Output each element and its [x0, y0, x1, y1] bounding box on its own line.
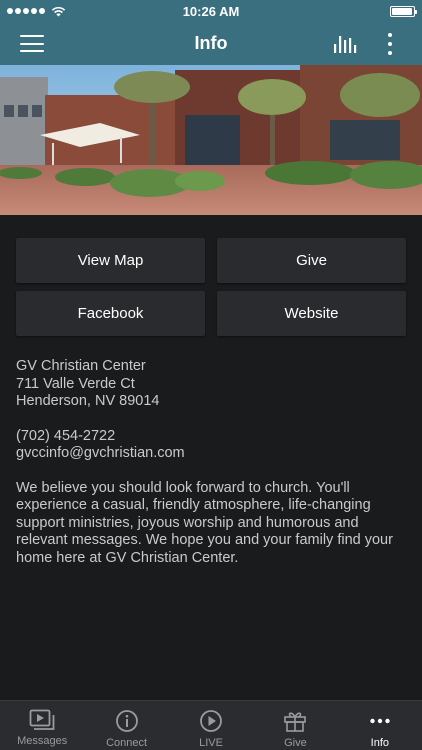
church-description: We believe you should look forward to ch…	[16, 479, 393, 566]
signal-strength-icon	[7, 8, 45, 14]
battery-level	[392, 7, 412, 15]
view-map-button[interactable]: View Map	[16, 238, 205, 283]
church-campus-photo	[0, 65, 422, 215]
battery-icon	[390, 5, 417, 17]
tab-messages-label: Messages	[17, 735, 68, 747]
website-button[interactable]: Website	[217, 291, 406, 336]
tab-live[interactable]: LIVE	[169, 701, 253, 750]
tab-give[interactable]: Give	[253, 701, 337, 750]
status-left	[7, 6, 66, 17]
video-icon	[29, 709, 55, 730]
tab-messages[interactable]: Messages	[0, 701, 84, 750]
tab-bar: Messages Connect LIVE Give Info	[0, 700, 422, 750]
tab-give-label: Give	[284, 737, 307, 749]
church-name: GV Christian Center	[16, 358, 146, 374]
give-button[interactable]: Give	[217, 238, 406, 283]
tab-connect[interactable]: Connect	[84, 701, 168, 750]
wifi-icon	[51, 6, 66, 16]
play-circle-icon	[200, 710, 222, 732]
email-address[interactable]: gvccinfo@gvchristian.com	[16, 445, 408, 463]
gift-icon	[284, 712, 307, 732]
city-address: Henderson, NV 89014	[16, 393, 160, 409]
action-buttons: View Map Give Facebook Website	[16, 238, 406, 336]
more-icon	[370, 718, 390, 724]
page-title: Info	[194, 33, 228, 53]
menu-icon[interactable]	[20, 35, 44, 52]
more-vertical-icon[interactable]	[380, 31, 400, 57]
facebook-button[interactable]: Facebook	[16, 291, 205, 336]
church-info: GV Christian Center 711 Valle Verde Ct H…	[16, 358, 408, 567]
tab-live-label: LIVE	[199, 737, 223, 749]
tab-connect-label: Connect	[106, 737, 148, 749]
status-bar: 10:26 AM	[0, 0, 422, 22]
tab-info-label: Info	[370, 737, 389, 749]
info-circle-icon	[115, 710, 138, 732]
phone-number[interactable]: (702) 454-2722	[16, 428, 408, 446]
live-audio-icon[interactable]	[333, 34, 357, 54]
tab-info[interactable]: Info	[338, 701, 422, 750]
street-address: 711 Valle Verde Ct	[16, 375, 135, 392]
app-header: Info	[0, 22, 422, 65]
